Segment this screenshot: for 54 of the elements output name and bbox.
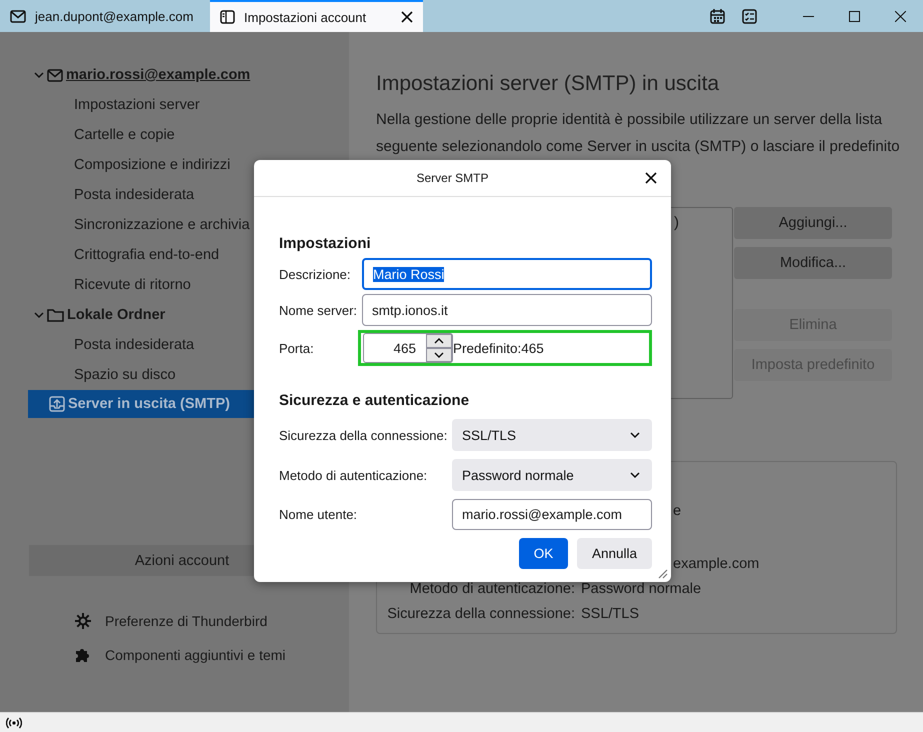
- page-title: Impostazioni server (SMTP) in uscita: [376, 72, 720, 96]
- default-port-text: Predefinito:465: [453, 340, 544, 356]
- mail-icon: [10, 10, 26, 22]
- sidebar-link[interactable]: Componenti aggiuntivi e temi: [105, 647, 286, 663]
- detail-value: e: [673, 503, 682, 519]
- cancel-button[interactable]: Annulla: [576, 538, 652, 569]
- field-label: Nome utente:: [279, 507, 358, 522]
- detail-label: Sicurezza della connessione:: [386, 605, 575, 624]
- field-label: Descrizione:: [279, 266, 352, 282]
- maximize-icon[interactable]: [848, 10, 860, 22]
- panel-icon: [220, 10, 235, 24]
- section-heading: Impostazioni: [279, 235, 372, 252]
- server-field[interactable]: smtp.ionos.it: [362, 294, 652, 326]
- detail-label: Metodo di autenticazione:: [408, 580, 575, 599]
- field-label: Metodo di autenticazione:: [279, 468, 428, 482]
- dropdown[interactable]: SSL/TLS: [452, 419, 652, 451]
- username-field[interactable]: mario.rossi@example.com: [452, 499, 652, 530]
- detail-value: example.com: [673, 556, 760, 572]
- chevron-icon[interactable]: [630, 471, 640, 479]
- puzzle-icon: [75, 647, 91, 663]
- tab[interactable]: jean.dupont@example.com: [0, 0, 210, 32]
- spin-down-icon[interactable]: [426, 348, 452, 362]
- tree-item[interactable]: Impostazioni server: [0, 90, 349, 120]
- detail-value: Password normale: [581, 580, 702, 599]
- close-icon[interactable]: [894, 10, 906, 22]
- task-list-icon[interactable]: [742, 8, 756, 24]
- tab[interactable]: Impostazioni account: [210, 0, 423, 32]
- signal-icon: [6, 716, 22, 728]
- envelope-icon: [47, 68, 63, 82]
- chevron-icon[interactable]: [630, 431, 640, 439]
- spin-up-icon[interactable]: [426, 334, 452, 348]
- server-action-button[interactable]: Modifica...: [734, 247, 892, 279]
- close-icon[interactable]: [645, 172, 657, 184]
- outbox-icon: [49, 396, 65, 412]
- tree-item[interactable]: Cartelle e copie: [0, 120, 349, 150]
- server-action-button[interactable]: Aggiungi...: [734, 207, 892, 239]
- dropdown[interactable]: Password normale: [452, 459, 652, 491]
- tree-item[interactable]: mario.rossi@example.com: [0, 60, 349, 90]
- sidebar-link[interactable]: Preferenze di Thunderbird: [105, 613, 268, 629]
- dialog-title: Server SMTP: [415, 171, 490, 185]
- field-label: Sicurezza della connessione:: [279, 428, 448, 442]
- port-field[interactable]: 465: [363, 333, 453, 363]
- settings-icon: [75, 613, 91, 629]
- ok-button[interactable]: OK: [518, 538, 568, 569]
- detail-value: SSL/TLS: [581, 605, 640, 624]
- close-icon[interactable]: [401, 11, 413, 23]
- description: Nella gestione delle proprie identità è possibile utilizzare un server della lista seguente selezionandolo come Server in uscita (SMTP) o lasciare il predefinito: [376, 110, 901, 157]
- list-item[interactable]: ): [674, 214, 732, 231]
- resize-grip-icon[interactable]: [656, 567, 668, 579]
- calendar-icon[interactable]: [710, 8, 724, 24]
- field-label: Nome server:: [279, 302, 358, 318]
- description-field[interactable]: Mario Rossi: [362, 258, 652, 290]
- folder-icon: [47, 308, 64, 322]
- field-label: Porta:: [279, 340, 315, 356]
